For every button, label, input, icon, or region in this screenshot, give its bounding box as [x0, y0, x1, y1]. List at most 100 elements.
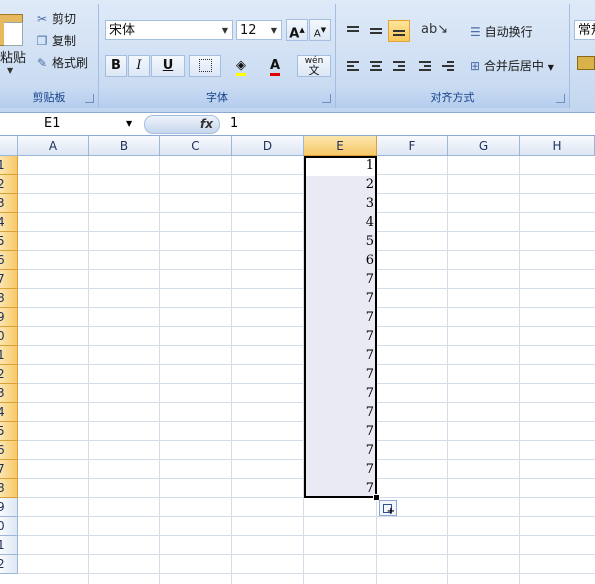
cell-e9[interactable]: 7 — [306, 308, 374, 327]
cell-e3[interactable]: 3 — [306, 194, 374, 213]
name-box[interactable]: E1 ▼ — [0, 114, 142, 133]
select-all-button[interactable] — [0, 136, 18, 156]
autofill-options-button[interactable]: + — [379, 500, 397, 517]
cell-e18[interactable]: 7 — [306, 479, 374, 498]
column-header-c[interactable]: C — [160, 136, 232, 156]
dialog-launcher-icon[interactable] — [85, 94, 94, 103]
column-header-h[interactable]: H — [520, 136, 595, 156]
font-color-button[interactable]: A — [259, 55, 291, 77]
align-left-button[interactable] — [342, 55, 364, 77]
italic-button[interactable]: I — [128, 55, 150, 77]
font-group: 宋体 ▼ 12 ▼ A▲ A▼ B I U ◈ A wén 文 字体 — [99, 4, 336, 108]
wrap-text-button[interactable]: ☰ 自动换行 — [470, 22, 533, 42]
formula-bar: E1 ▼ fx 1 — [0, 113, 595, 136]
increase-font-button[interactable]: A▲ — [286, 19, 308, 41]
column-header-f[interactable]: F — [377, 136, 448, 156]
row-gridline — [18, 554, 595, 555]
orientation-button[interactable]: ab↘ — [416, 20, 448, 42]
decrease-indent-button[interactable] — [414, 55, 436, 77]
chevron-down-icon: ▼ — [270, 26, 278, 35]
group-label: 字体 — [99, 88, 335, 108]
cut-button[interactable]: ✂ 剪切 — [34, 10, 76, 28]
row-header-7[interactable]: 7 — [0, 270, 18, 289]
currency-button[interactable] — [574, 55, 595, 77]
chevron-down-icon[interactable]: ▼ — [126, 114, 132, 133]
underline-button[interactable]: U — [151, 55, 185, 77]
row-header-5[interactable]: 5 — [0, 232, 18, 251]
decrease-font-button[interactable]: A▼ — [309, 19, 331, 41]
cell-e4[interactable]: 4 — [306, 213, 374, 232]
row-header-15[interactable]: 5 — [0, 422, 18, 441]
row-header-19[interactable]: 9 — [0, 498, 18, 517]
group-label: 剪贴板 — [0, 88, 98, 108]
column-gridline — [159, 156, 160, 584]
column-header-e[interactable]: E — [304, 136, 377, 156]
align-center-button[interactable] — [365, 55, 387, 77]
number-format-combo[interactable]: 常规 — [574, 20, 595, 40]
row-header-18[interactable]: 8 — [0, 479, 18, 498]
cell-e7[interactable]: 7 — [306, 270, 374, 289]
cell-e5[interactable]: 5 — [306, 232, 374, 251]
column-gridline — [88, 156, 89, 584]
formula-input[interactable]: 1 — [230, 114, 238, 133]
column-gridline — [447, 156, 448, 584]
chevron-down-icon[interactable]: ▼ — [7, 66, 13, 75]
alignment-group: ab↘ ☰ 自动换行 ⊞ 合并后居中 ▼ 对齐方式 — [336, 4, 570, 108]
row-header-3[interactable]: 3 — [0, 194, 18, 213]
row-header-6[interactable]: 6 — [0, 251, 18, 270]
format-painter-button[interactable]: ✎ 格式刷 — [34, 54, 88, 72]
row-header-11[interactable]: 1 — [0, 346, 18, 365]
copy-button[interactable]: ❐ 复制 — [34, 32, 76, 50]
cell-e17[interactable]: 7 — [306, 460, 374, 479]
row-header-2[interactable]: 2 — [0, 175, 18, 194]
cell-e13[interactable]: 7 — [306, 384, 374, 403]
insert-function-button[interactable]: fx — [200, 116, 213, 133]
cell-e16[interactable]: 7 — [306, 441, 374, 460]
column-header-d[interactable]: D — [232, 136, 304, 156]
align-right-button[interactable] — [388, 55, 410, 77]
borders-button[interactable] — [189, 55, 221, 77]
row-header-17[interactable]: 7 — [0, 460, 18, 479]
row-header-13[interactable]: 3 — [0, 384, 18, 403]
cell-e15[interactable]: 7 — [306, 422, 374, 441]
row-header-14[interactable]: 4 — [0, 403, 18, 422]
brush-icon: ✎ — [36, 56, 48, 70]
cell-e12[interactable]: 7 — [306, 365, 374, 384]
cell-e11[interactable]: 7 — [306, 346, 374, 365]
dialog-launcher-icon[interactable] — [556, 94, 565, 103]
row-header-22[interactable]: 2 — [0, 555, 18, 574]
cell-e2[interactable]: 2 — [306, 175, 374, 194]
fill-color-button[interactable]: ◈ — [225, 55, 257, 77]
cell-e8[interactable]: 7 — [306, 289, 374, 308]
column-header-g[interactable]: G — [448, 136, 520, 156]
dialog-launcher-icon[interactable] — [322, 94, 331, 103]
cell-e14[interactable]: 7 — [306, 403, 374, 422]
row-header-21[interactable]: 1 — [0, 536, 18, 555]
row-gridline — [18, 516, 595, 517]
row-header-16[interactable]: 6 — [0, 441, 18, 460]
row-header-20[interactable]: 0 — [0, 517, 18, 536]
row-header-1[interactable]: 1 — [0, 156, 18, 175]
worksheet-grid[interactable]: ABCDEFGH 1234567890123456789012 12345677… — [0, 136, 595, 584]
align-top-button[interactable] — [342, 20, 364, 42]
align-bottom-button[interactable] — [388, 20, 410, 42]
column-gridline — [519, 156, 520, 584]
row-header-10[interactable]: 0 — [0, 327, 18, 346]
phonetic-button[interactable]: wén 文 — [297, 55, 331, 77]
row-header-9[interactable]: 9 — [0, 308, 18, 327]
cell-e6[interactable]: 6 — [306, 251, 374, 270]
row-gridline — [18, 573, 595, 574]
row-header-8[interactable]: 8 — [0, 289, 18, 308]
row-header-4[interactable]: 4 — [0, 213, 18, 232]
cell-e10[interactable]: 7 — [306, 327, 374, 346]
align-middle-button[interactable] — [365, 20, 387, 42]
font-size-combo[interactable]: 12 ▼ — [236, 20, 282, 40]
cell-e1[interactable]: 1 — [306, 156, 374, 175]
increase-indent-button[interactable] — [437, 55, 459, 77]
merge-center-button[interactable]: ⊞ 合并后居中 ▼ — [470, 56, 554, 76]
bold-button[interactable]: B — [105, 55, 127, 77]
column-header-b[interactable]: B — [89, 136, 160, 156]
column-header-a[interactable]: A — [18, 136, 89, 156]
font-name-combo[interactable]: 宋体 ▼ — [105, 20, 233, 40]
row-header-12[interactable]: 2 — [0, 365, 18, 384]
